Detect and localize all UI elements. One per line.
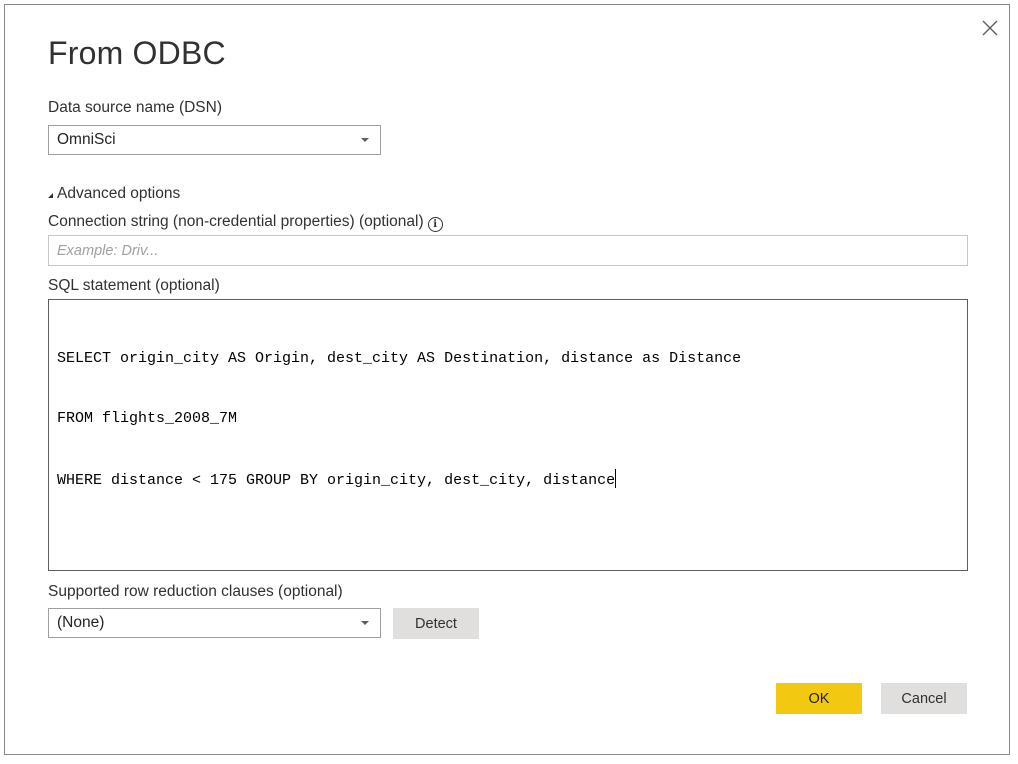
dsn-selected-value: OmniSci <box>57 131 116 148</box>
connection-string-label: Connection string (non-credential proper… <box>48 213 443 232</box>
advanced-options-toggle[interactable]: Advanced options <box>48 185 180 203</box>
close-icon <box>982 20 998 36</box>
row-reduction-label: Supported row reduction clauses (optiona… <box>48 583 343 600</box>
row-reduction-selected-value: (None) <box>57 614 105 631</box>
chevron-down-icon <box>361 621 369 625</box>
sql-line-last: WHERE distance < 175 GROUP BY origin_cit… <box>57 469 959 489</box>
info-icon[interactable]: i <box>427 217 443 232</box>
expanded-triangle-icon <box>48 192 53 198</box>
sql-statement-textarea[interactable]: SELECT origin_city AS Origin, dest_city … <box>48 299 968 571</box>
connection-string-input[interactable] <box>48 235 968 266</box>
ok-button[interactable]: OK <box>776 683 862 714</box>
connection-string-label-text: Connection string (non-credential proper… <box>48 213 424 230</box>
sql-line: FROM flights_2008_7M <box>57 410 238 427</box>
row-reduction-select[interactable]: (None) <box>48 608 381 638</box>
odbc-dialog: From ODBC Data source name (DSN) OmniSci… <box>4 4 1010 755</box>
dsn-select[interactable]: OmniSci <box>48 125 381 155</box>
sql-line-text: WHERE distance < 175 GROUP BY origin_cit… <box>57 472 616 489</box>
dialog-title: From ODBC <box>48 35 226 71</box>
detect-button[interactable]: Detect <box>393 608 479 639</box>
sql-statement-label: SQL statement (optional) <box>48 277 220 294</box>
chevron-down-icon <box>361 138 369 142</box>
sql-line: SELECT origin_city AS Origin, dest_city … <box>57 350 742 367</box>
dsn-label: Data source name (DSN) <box>48 99 223 116</box>
text-cursor <box>615 469 617 488</box>
advanced-options-label: Advanced options <box>57 185 181 202</box>
cancel-button[interactable]: Cancel <box>881 683 967 714</box>
close-button[interactable] <box>977 15 1003 41</box>
